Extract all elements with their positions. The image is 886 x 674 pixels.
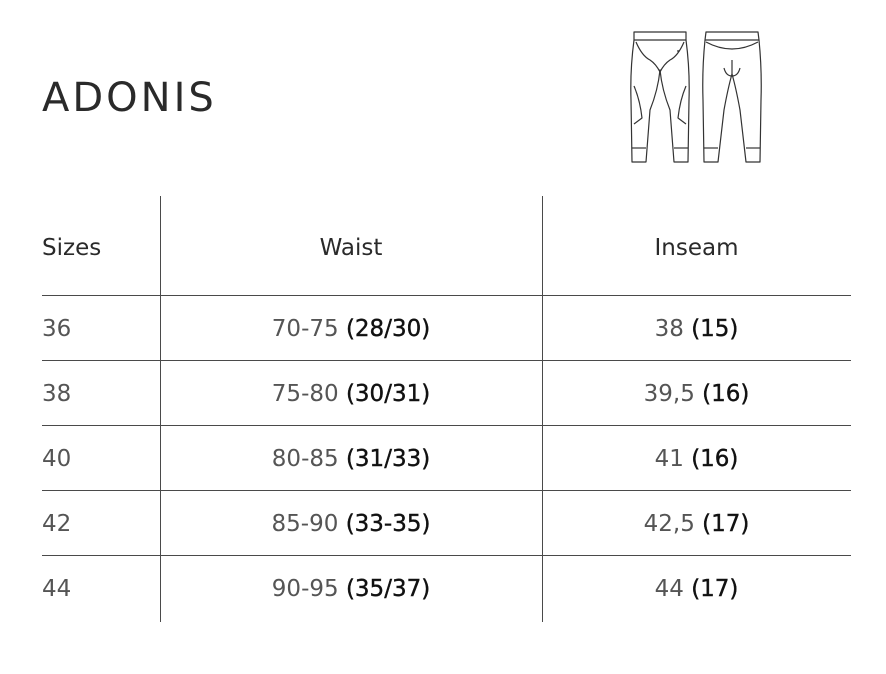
- size-cell: 44: [42, 576, 72, 602]
- size-cell: 36: [42, 316, 72, 342]
- row-divider: [42, 295, 851, 296]
- waist-cm: 75-80: [271, 381, 339, 407]
- inseam-in: (17): [702, 511, 750, 537]
- row-divider: [42, 490, 851, 491]
- size-table: Sizes Waist Inseam 36 70-75 (28/30) 38 (…: [42, 196, 851, 622]
- waist-cell: 90-95 (35/37): [160, 574, 542, 604]
- inseam-cell: 38 (15): [542, 314, 851, 344]
- waist-cm: 80-85: [271, 446, 339, 472]
- waist-in: (30/31): [345, 381, 431, 407]
- inseam-in: (16): [702, 381, 750, 407]
- header-sizes: Sizes: [42, 235, 102, 261]
- inseam-cell: 44 (17): [542, 574, 851, 604]
- leggings-front-view: [630, 31, 690, 163]
- inseam-cm: 38: [654, 316, 684, 342]
- header-waist: Waist: [319, 235, 383, 261]
- inseam-cm: 39,5: [643, 381, 695, 407]
- inseam-cm: 42,5: [643, 511, 695, 537]
- row-divider: [42, 555, 851, 556]
- waist-in: (28/30): [345, 316, 431, 342]
- waist-cm: 85-90: [271, 511, 339, 537]
- waist-cm: 90-95: [271, 576, 339, 602]
- leggings-front-back-icon: [630, 31, 762, 163]
- inseam-cm: 44: [654, 576, 684, 602]
- inseam-cell: 41 (16): [542, 444, 851, 474]
- waist-cell: 85-90 (33-35): [160, 509, 542, 539]
- waist-cell: 80-85 (31/33): [160, 444, 542, 474]
- inseam-cell: 42,5 (17): [542, 509, 851, 539]
- inseam-in: (16): [691, 446, 739, 472]
- waist-cm: 70-75: [271, 316, 339, 342]
- size-cell: 38: [42, 381, 72, 407]
- size-cell: 42: [42, 511, 72, 537]
- waist-cell: 70-75 (28/30): [160, 314, 542, 344]
- product-title: ADONIS: [42, 75, 217, 121]
- leggings-back-view: [702, 31, 762, 163]
- row-divider: [42, 360, 851, 361]
- inseam-cm: 41: [654, 446, 684, 472]
- inseam-in: (15): [691, 316, 739, 342]
- size-cell: 40: [42, 446, 72, 472]
- waist-cell: 75-80 (30/31): [160, 379, 542, 409]
- inseam-in: (17): [691, 576, 739, 602]
- waist-in: (35/37): [345, 576, 431, 602]
- header-inseam: Inseam: [654, 235, 739, 261]
- waist-in: (31/33): [345, 446, 431, 472]
- waist-in: (33-35): [345, 511, 431, 537]
- row-divider: [42, 425, 851, 426]
- inseam-cell: 39,5 (16): [542, 379, 851, 409]
